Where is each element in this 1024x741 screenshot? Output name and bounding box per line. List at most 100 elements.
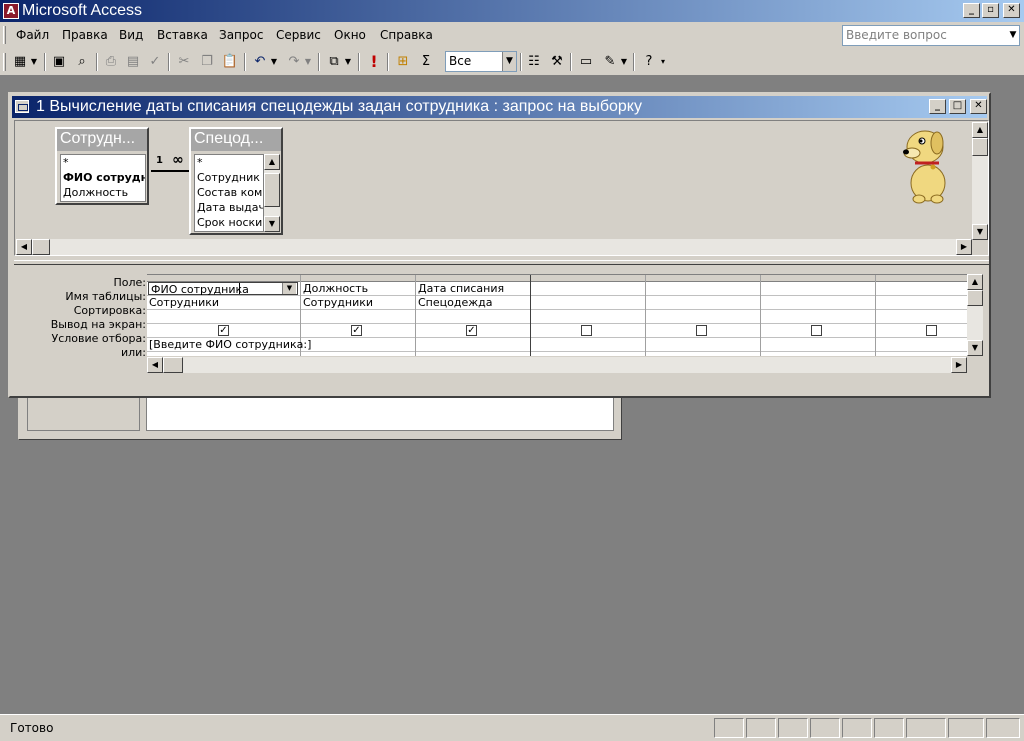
- show-checkbox-col2[interactable]: ✓: [351, 325, 362, 336]
- status-panel: [948, 718, 984, 738]
- close-app-button[interactable]: ✕: [1003, 3, 1020, 18]
- menu-edit[interactable]: Правка: [62, 28, 108, 42]
- minimize-button[interactable]: _: [963, 3, 980, 18]
- show-checkbox-col3[interactable]: ✓: [466, 325, 477, 336]
- grid-table-col3[interactable]: Спецодежда: [418, 296, 493, 309]
- print-icon[interactable]: ⎙: [101, 52, 121, 72]
- search-icon[interactable]: ⌕: [72, 52, 92, 72]
- grid-vscroll-thumb[interactable]: [967, 290, 983, 306]
- menu-query[interactable]: Запрос: [219, 28, 263, 42]
- menu-tools[interactable]: Сервис: [276, 28, 321, 42]
- grid-hscroll-thumb[interactable]: [163, 357, 183, 373]
- pane-splitter[interactable]: [14, 260, 989, 265]
- redo-icon[interactable]: ↷: [284, 52, 304, 72]
- menu-file[interactable]: Файл: [16, 28, 49, 42]
- grid-scroll-down[interactable]: ▼: [967, 340, 983, 356]
- run-icon[interactable]: !: [364, 52, 384, 72]
- chevron-down-icon[interactable]: ▼: [502, 52, 516, 71]
- field-employee-name[interactable]: ФИО сотрудника: [61, 170, 145, 185]
- toolbar-options-icon[interactable]: ▾: [657, 52, 669, 72]
- menu-help[interactable]: Справка: [380, 28, 433, 42]
- office-assistant-dog-icon[interactable]: [897, 123, 959, 205]
- grid-table-col1[interactable]: Сотрудники: [149, 296, 219, 309]
- menu-grip[interactable]: [3, 26, 6, 44]
- restore-button[interactable]: ▫: [982, 3, 999, 18]
- table-pane-scroll-right[interactable]: ▶: [956, 239, 972, 255]
- query-window-title-bar[interactable]: 1 Вычисление даты списания спецодежды за…: [12, 96, 987, 118]
- toolbar-grip[interactable]: [3, 53, 6, 71]
- show-checkbox-col5[interactable]: [696, 325, 707, 336]
- field-kit-composition[interactable]: Состав комп.: [195, 185, 263, 200]
- field-all[interactable]: *: [195, 155, 263, 170]
- table-pane[interactable]: Сотрудн... * ФИО сотрудника Должность 1 …: [14, 120, 989, 256]
- redo-dropdown-icon[interactable]: ▼: [302, 52, 314, 72]
- field-input-col1[interactable]: ФИО сотрудника ▼: [148, 282, 298, 296]
- show-checkbox-col4[interactable]: [581, 325, 592, 336]
- table-pane-hscroll-thumb[interactable]: [32, 239, 50, 255]
- query-design-window[interactable]: 1 Вычисление даты списания спецодежды за…: [8, 92, 991, 398]
- grid-field-col3[interactable]: Дата списания: [418, 282, 504, 295]
- field-all[interactable]: *: [61, 155, 145, 170]
- field-position[interactable]: Должность: [61, 185, 145, 200]
- grid-scroll-up[interactable]: ▲: [967, 274, 983, 290]
- query-type-dropdown-icon[interactable]: ▼: [342, 52, 354, 72]
- copy-icon[interactable]: ❐: [197, 52, 217, 72]
- menu-view[interactable]: Вид: [119, 28, 143, 42]
- table-pane-vscroll-thumb[interactable]: [972, 138, 988, 156]
- undo-icon[interactable]: ↶: [250, 52, 270, 72]
- grid-hscroll-track[interactable]: [163, 357, 951, 373]
- print-preview-icon[interactable]: ▤: [123, 52, 143, 72]
- show-checkbox-col7[interactable]: [926, 325, 937, 336]
- cut-icon[interactable]: ✂: [174, 52, 194, 72]
- field-list-scroll-thumb[interactable]: [264, 173, 280, 207]
- query-window-icon[interactable]: [15, 100, 29, 113]
- undo-dropdown-icon[interactable]: ▼: [268, 52, 280, 72]
- grid-scroll-right[interactable]: ▶: [951, 357, 967, 373]
- grid-table-col2[interactable]: Сотрудники: [303, 296, 373, 309]
- table-pane-scroll-up[interactable]: ▲: [972, 122, 988, 138]
- view-dropdown-icon[interactable]: ▼: [28, 52, 40, 72]
- show-table-icon[interactable]: ⊞: [393, 52, 413, 72]
- access-app-icon[interactable]: A: [3, 3, 19, 19]
- employees-field-list[interactable]: Сотрудн... * ФИО сотрудника Должность: [55, 127, 149, 205]
- grid-criteria-col1[interactable]: [Введите ФИО сотрудника:]: [149, 338, 311, 351]
- top-values-combo[interactable]: Все ▼: [445, 51, 517, 72]
- workwear-field-list[interactable]: Спецод... * Сотрудник Состав комп. Дата …: [189, 127, 283, 235]
- paste-icon[interactable]: 📋: [220, 52, 240, 72]
- show-checkbox-col1[interactable]: ✓: [218, 325, 229, 336]
- new-object-icon[interactable]: ✎: [600, 52, 620, 72]
- ask-question-box[interactable]: Введите вопрос ▼: [842, 25, 1020, 46]
- employees-table-title[interactable]: Сотрудн...: [57, 129, 147, 151]
- grid-field-col2[interactable]: Должность: [303, 282, 368, 295]
- table-pane-hscroll-track[interactable]: [32, 239, 956, 255]
- query-minimize-button[interactable]: _: [929, 99, 946, 114]
- new-object-dropdown-icon[interactable]: ▼: [618, 52, 630, 72]
- build-icon[interactable]: ⚒: [547, 52, 567, 72]
- field-wear-period[interactable]: Срок носки (: [195, 215, 263, 230]
- menu-window[interactable]: Окно: [334, 28, 366, 42]
- show-checkbox-col6[interactable]: [811, 325, 822, 336]
- field-employee[interactable]: Сотрудник: [195, 170, 263, 185]
- grid-scroll-left[interactable]: ◀: [147, 357, 163, 373]
- scroll-down-button[interactable]: ▼: [264, 216, 280, 232]
- scroll-up-button[interactable]: ▲: [264, 154, 280, 170]
- save-icon[interactable]: ▣: [49, 52, 69, 72]
- query-type-icon[interactable]: ⧉: [324, 52, 344, 72]
- workwear-table-title[interactable]: Спецод...: [191, 129, 281, 151]
- table-pane-scroll-left[interactable]: ◀: [16, 239, 32, 255]
- query-close-button[interactable]: ✕: [970, 99, 987, 114]
- help-icon[interactable]: ?: [639, 52, 659, 72]
- query-maximize-button[interactable]: □: [949, 99, 966, 114]
- totals-icon[interactable]: Σ: [416, 52, 436, 72]
- spelling-icon[interactable]: ✓: [145, 52, 165, 72]
- database-window-icon[interactable]: ▭: [576, 52, 596, 72]
- design-grid[interactable]: ФИО сотрудника ▼ Сотрудники ✓ [Введите Ф…: [147, 274, 967, 356]
- menu-insert[interactable]: Вставка: [157, 28, 208, 42]
- chevron-down-icon[interactable]: ▼: [282, 283, 296, 294]
- properties-icon[interactable]: ☷: [524, 52, 544, 72]
- table-pane-scroll-down[interactable]: ▼: [972, 224, 988, 240]
- view-icon[interactable]: ▦: [10, 52, 30, 72]
- relationship-line[interactable]: [151, 170, 189, 172]
- chevron-down-icon[interactable]: ▼: [1007, 26, 1019, 45]
- field-issue-date[interactable]: Дата выдачи: [195, 200, 263, 215]
